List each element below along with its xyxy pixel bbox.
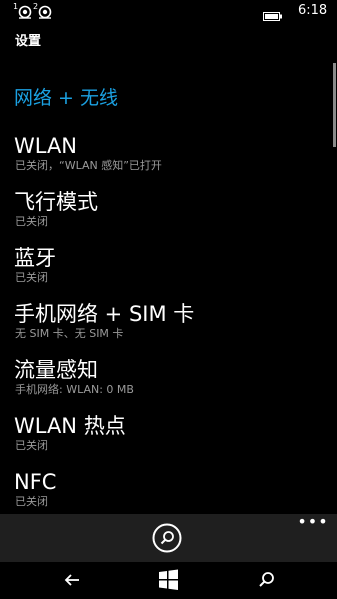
setting-status: 已关闭，“WLAN 感知”已打开 [15,159,162,172]
windows-start-icon [159,569,178,590]
status-time: 6:18 [298,3,328,18]
setting-name: 飞行模式 [14,190,98,214]
search-icon [259,572,274,587]
setting-status: 已关闭 [15,439,48,452]
back-button[interactable] [59,568,85,592]
search-icon [152,523,182,553]
setting-name: 蓝牙 [14,246,56,270]
setting-item-wlan-hotspot[interactable]: WLAN 热点 已关闭 [14,412,314,468]
status-bar: 1 2 6:18 [0,0,337,24]
back-arrow-icon [64,574,79,586]
section-title: 网络 + 无线 [14,87,118,109]
app-bar: ••• [0,514,337,562]
setting-name: WLAN 热点 [14,414,126,438]
setting-name: 流量感知 [14,358,98,382]
more-options-button[interactable]: ••• [296,514,330,534]
settings-list: WLAN 已关闭，“WLAN 感知”已打开 飞行模式 已关闭 蓝牙 已关闭 手机… [14,132,314,524]
navigation-bar [0,562,337,599]
setting-name: WLAN [14,134,78,158]
setting-status: 已关闭 [15,271,48,284]
start-button[interactable] [156,568,182,592]
setting-item-cellular-sim[interactable]: 手机网络 + SIM 卡 无 SIM 卡、无 SIM 卡 [14,300,314,356]
setting-status: 无 SIM 卡、无 SIM 卡 [15,327,124,340]
nav-search-button[interactable] [254,568,280,592]
sim2-signal-icon: 2 [32,3,52,19]
setting-status: 手机网络: WLAN: 0 MB [15,383,134,396]
setting-item-airplane-mode[interactable]: 飞行模式 已关闭 [14,188,314,244]
sim1-signal-icon: 1 [12,3,32,19]
app-title: 设置 [15,34,42,49]
scroll-indicator [333,63,336,147]
setting-status: 已关闭 [15,495,48,508]
setting-item-data-sense[interactable]: 流量感知 手机网络: WLAN: 0 MB [14,356,314,412]
setting-item-bluetooth[interactable]: 蓝牙 已关闭 [14,244,314,300]
setting-name: 手机网络 + SIM 卡 [14,302,195,326]
battery-icon [263,6,283,21]
setting-name: NFC [14,470,57,494]
setting-status: 已关闭 [15,215,48,228]
setting-item-wlan[interactable]: WLAN 已关闭，“WLAN 感知”已打开 [14,132,314,188]
search-button[interactable] [152,523,182,553]
